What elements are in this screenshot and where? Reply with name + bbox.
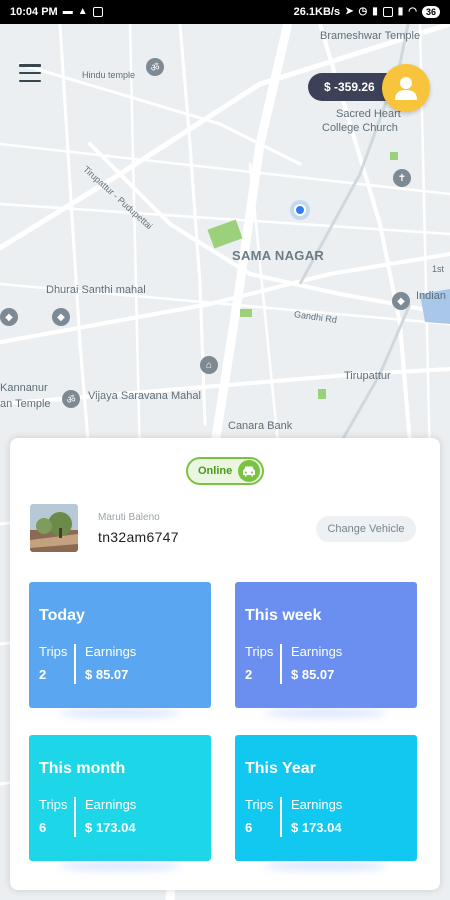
stat-divider	[74, 797, 76, 837]
trips-value: 2	[245, 667, 253, 682]
location-dot-icon	[294, 204, 306, 216]
card-title: Today	[39, 607, 85, 624]
card-this-year[interactable]: This Year Trips 6 Earnings $ 173.04	[235, 735, 417, 861]
trips-col: Trips 2	[245, 644, 280, 684]
trips-label: Trips	[245, 644, 274, 659]
card-title: This week	[245, 607, 322, 624]
status-time: 10:04 PM	[10, 6, 58, 18]
stat-divider	[280, 797, 282, 837]
trips-label: Trips	[39, 644, 68, 659]
location-icon: ➤	[345, 6, 354, 17]
map-label-dhurai-santhi: Dhurai Santhi mahal	[46, 284, 146, 296]
indian-pin-icon[interactable]: ◆	[392, 292, 410, 310]
stat-divider	[280, 644, 282, 684]
card-stats: Trips 6 Earnings $ 173.04	[245, 797, 342, 837]
trips-col: Trips 6	[245, 797, 280, 837]
trips-col: Trips 2	[39, 644, 74, 684]
earnings-value: $ 85.07	[85, 667, 129, 682]
earnings-col: Earnings $ 173.04	[291, 797, 342, 837]
card-this-week[interactable]: This week Trips 2 Earnings $ 85.07	[235, 582, 417, 708]
earnings-value: $ 173.04	[85, 820, 136, 835]
wifi-icon: ◠	[408, 6, 417, 17]
app-notification-icon	[92, 7, 103, 17]
menu-line	[19, 71, 41, 75]
left-pin-icon[interactable]: ◆	[0, 308, 18, 326]
hamburger-menu-icon[interactable]	[19, 64, 41, 82]
dhurai-pin-icon[interactable]: ◆	[52, 308, 70, 326]
card-today[interactable]: Today Trips 2 Earnings $ 85.07	[29, 582, 211, 708]
sim-icon	[382, 7, 393, 17]
card-stats: Trips 6 Earnings $ 173.04	[39, 797, 136, 837]
menu-line	[19, 79, 41, 82]
card-stats: Trips 2 Earnings $ 85.07	[39, 644, 136, 684]
earnings-col: Earnings $ 85.07	[85, 644, 136, 684]
map-label-1st: 1st	[432, 264, 445, 274]
status-bar: 10:04 PM ▬ ▲ 26.1KB/s ➤ ◷ ▮ ▮ ◠ 36	[0, 0, 450, 24]
online-toggle[interactable]: Online	[186, 457, 264, 485]
church-pin-icon[interactable]: ✝	[393, 169, 411, 187]
signal-2-icon: ▮	[397, 6, 404, 17]
earnings-col: Earnings $ 173.04	[85, 797, 136, 837]
kannanur-pin-icon[interactable]: ॐ	[62, 390, 80, 408]
card-stats: Trips 2 Earnings $ 85.07	[245, 644, 342, 684]
earnings-label: Earnings	[291, 644, 343, 659]
map-label-sacred-heart: Sacred Heart	[336, 108, 401, 120]
trips-label: Trips	[245, 797, 274, 812]
card-title: This month	[39, 760, 126, 777]
card-this-month[interactable]: This month Trips 6 Earnings $ 173.04	[29, 735, 211, 861]
map-label-vijaya: Vijaya Saravana Mahal	[88, 390, 201, 402]
trips-value: 6	[39, 820, 47, 835]
earnings-value: $ 85.07	[291, 667, 335, 682]
earnings-value: $ 173.04	[291, 820, 342, 835]
trips-label: Trips	[39, 797, 68, 812]
map-label-tirupattur: Tirupattur	[344, 370, 391, 382]
map-label-indian: Indian	[416, 290, 446, 302]
hindu-temple-pin-icon[interactable]: ॐ	[146, 58, 164, 76]
vehicle-model: Maruti Baleno	[98, 512, 160, 523]
map-label-hindu-temple: Hindu temple	[82, 70, 136, 80]
status-left: 10:04 PM ▬ ▲	[10, 6, 103, 18]
earnings-col: Earnings $ 85.07	[291, 644, 342, 684]
earnings-label: Earnings	[85, 797, 137, 812]
map-label-college-church: College Church	[322, 122, 398, 134]
trips-value: 2	[39, 667, 47, 682]
signal-icon: ▮	[372, 6, 378, 17]
map-pin-icon[interactable]: ⌂	[200, 356, 218, 374]
alert-icon: ▲	[77, 6, 88, 17]
map-label-canara-bank: Canara Bank	[228, 420, 293, 432]
map-label-sama-nagar: SAMA NAGAR	[232, 248, 325, 263]
car-icon	[238, 460, 260, 482]
card-title: This Year	[245, 760, 316, 777]
alarm-icon: ◷	[358, 6, 368, 17]
map-label-kannanur: Kannanur	[0, 382, 48, 394]
stat-divider	[74, 644, 76, 684]
network-speed: 26.1KB/s	[293, 6, 341, 18]
vehicle-photo	[30, 504, 78, 552]
trips-col: Trips 6	[39, 797, 74, 837]
status-right: 26.1KB/s ➤ ◷ ▮ ▮ ◠ 36	[294, 6, 440, 18]
message-icon: ▬	[62, 6, 73, 17]
earnings-label: Earnings	[85, 644, 137, 659]
menu-line	[19, 64, 41, 67]
balance-amount: $ -359.26	[324, 80, 375, 94]
trips-value: 6	[245, 820, 253, 835]
map-label-an-temple: an Temple	[0, 398, 51, 410]
battery-icon: 36	[421, 6, 440, 18]
user-icon[interactable]	[382, 64, 430, 112]
earnings-label: Earnings	[291, 797, 343, 812]
driver-panel: Online Maruti Baleno tn32am6747 Change V…	[10, 438, 440, 890]
map-label-brameshwar: Brameshwar Temple	[320, 30, 421, 42]
online-label: Online	[198, 465, 233, 477]
vehicle-plate: tn32am6747	[98, 529, 179, 545]
change-vehicle-button[interactable]: Change Vehicle	[316, 516, 416, 542]
